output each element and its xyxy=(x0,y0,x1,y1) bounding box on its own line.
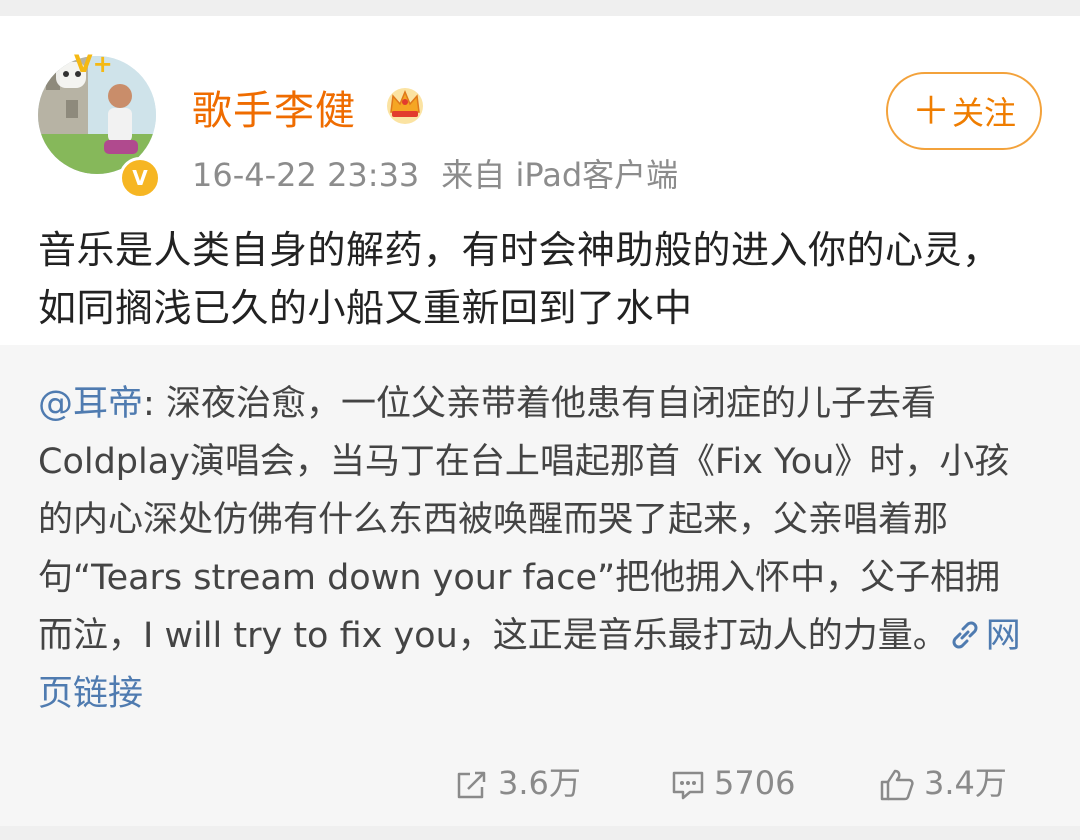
bottom-divider xyxy=(0,826,1080,840)
repost-text: 深夜治愈，一位父亲带着他患有自闭症的儿子去看Coldplay演唱会，当马丁在台上… xyxy=(38,384,1010,656)
username[interactable]: 歌手李健 xyxy=(192,78,356,136)
follow-button[interactable]: ＋关注 xyxy=(886,72,1042,150)
comment-icon xyxy=(672,771,704,800)
like-button[interactable]: 3.4万 xyxy=(878,753,1007,813)
weibo-post-card: V+ V 歌手李健 16-4-22 23:33 来自 iPad客户端 ＋关注 音乐… xyxy=(0,16,1080,826)
comment-count: 5706 xyxy=(714,764,796,802)
comment-button[interactable]: 5706 xyxy=(670,753,795,813)
like-icon xyxy=(880,769,914,801)
repost-button[interactable]: 3.6万 xyxy=(454,753,581,813)
repost-count: 3.6万 xyxy=(498,764,581,802)
repost-separator: : xyxy=(143,384,155,424)
top-divider xyxy=(0,0,1080,16)
repost-icon xyxy=(457,771,486,799)
verified-badge-icon: V xyxy=(119,157,161,199)
post-text: 音乐是人类自身的解药，有时会神助般的进入你的心灵，如同搁浅已久的小船又重新回到了… xyxy=(38,228,1001,330)
vip-badge: V+ xyxy=(74,50,113,78)
action-bar: 3.6万 5706 3.4万 xyxy=(0,753,1080,813)
crown-icon xyxy=(387,88,423,124)
post-meta: 16-4-22 23:33 来自 iPad客户端 xyxy=(192,150,678,196)
follow-label: 关注 xyxy=(952,94,1017,132)
link-icon xyxy=(948,616,982,656)
plus-icon: ＋ xyxy=(911,89,950,133)
repost-text-container: @耳帝: 深夜治愈，一位父亲带着他患有自闭症的儿子去看Coldplay演唱会，当… xyxy=(38,375,1028,723)
post-source: 来自 iPad客户端 xyxy=(441,156,679,194)
like-count: 3.4万 xyxy=(924,764,1007,802)
mention-link[interactable]: @耳帝 xyxy=(38,384,143,424)
timestamp: 16-4-22 23:33 xyxy=(192,156,420,194)
repost-block[interactable]: @耳帝: 深夜治愈，一位父亲带着他患有自闭症的儿子去看Coldplay演唱会，当… xyxy=(0,345,1080,826)
